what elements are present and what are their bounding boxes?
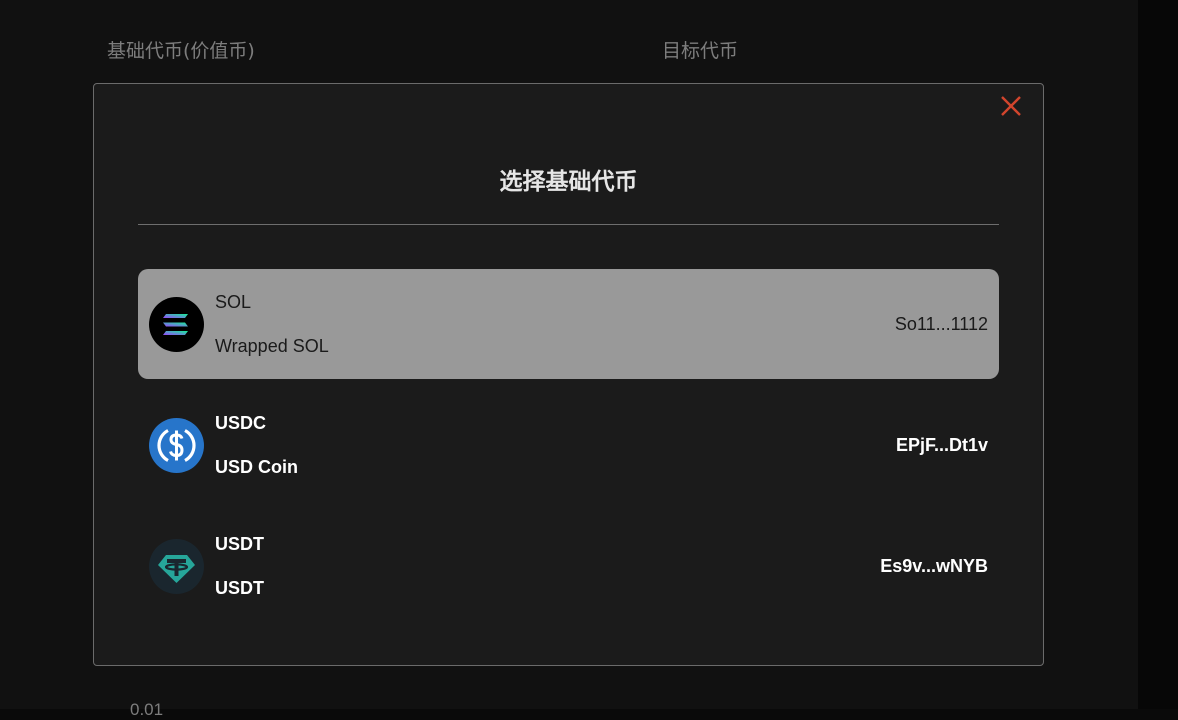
target-token-label: 目标代币: [662, 40, 739, 62]
token-row-usdc[interactable]: USDC USD Coin EPjF...Dt1v: [138, 390, 999, 500]
token-symbol: USDC: [215, 413, 267, 433]
token-select-modal: 选择基础代币 SOL Wrapped SOL So11...1112 USDC …: [93, 83, 1044, 666]
amount-value: 0.01: [130, 700, 164, 719]
token-list: SOL Wrapped SOL So11...1112 USDC USD Coi…: [138, 269, 999, 632]
usdt-icon: [149, 539, 204, 594]
token-address: Es9v...wNYB: [880, 556, 988, 576]
modal-title: 选择基础代币: [499, 169, 638, 195]
close-button[interactable]: [997, 92, 1025, 120]
token-name: USDT: [215, 578, 264, 598]
token-address: So11...1112: [894, 314, 988, 334]
token-name: Wrapped SOL: [215, 336, 329, 356]
base-token-label: 基础代币(价值币): [107, 40, 255, 62]
usdc-icon: [149, 418, 204, 473]
token-symbol: SOL: [215, 292, 252, 312]
scrollbar-track[interactable]: [1138, 0, 1178, 709]
close-icon[interactable]: [997, 92, 1025, 120]
token-name: USD Coin: [215, 457, 298, 477]
token-address: EPjF...Dt1v: [895, 435, 988, 455]
token-symbol: USDT: [215, 534, 264, 554]
token-row-usdt[interactable]: USDT USDT Es9v...wNYB: [138, 511, 999, 621]
token-row-sol[interactable]: SOL Wrapped SOL So11...1112: [138, 269, 999, 379]
divider: [138, 224, 999, 225]
solana-icon: [149, 297, 204, 352]
